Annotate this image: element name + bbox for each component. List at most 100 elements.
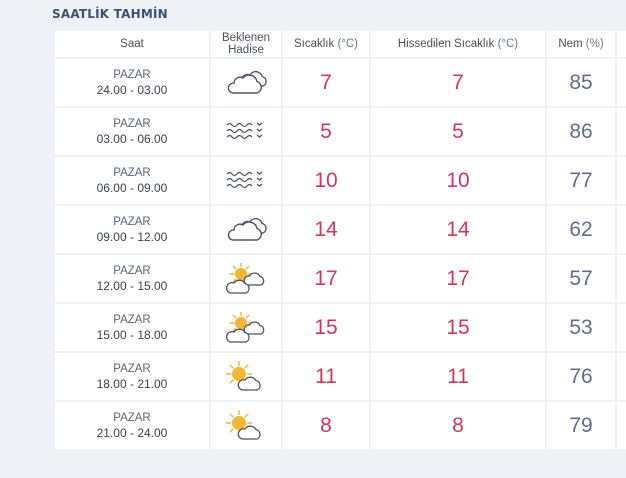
extra-cell	[615, 302, 626, 353]
table-header-row: Saat Beklenen Hadise Sıcaklık (°C) Hisse…	[53, 29, 626, 59]
row-time-range: 03.00 - 06.00	[96, 131, 168, 146]
temperature-cell: 14	[281, 204, 371, 255]
header-humidity: Nem (%)	[545, 29, 617, 59]
humidity-cell: 62	[545, 204, 617, 255]
mostly-sunny-icon	[211, 409, 281, 442]
row-humidity: 57	[569, 266, 593, 290]
section-title: SAATLİK TAHMİN	[52, 7, 168, 21]
row-day: PAZAR	[113, 264, 151, 277]
row-temperature: 15	[314, 315, 338, 339]
row-feels-like: 5	[452, 119, 464, 143]
extra-cell	[615, 155, 626, 206]
feels-like-cell: 7	[369, 57, 547, 108]
row-humidity: 77	[569, 168, 593, 192]
feels-like-cell: 14	[369, 204, 547, 255]
row-temperature: 10	[314, 168, 338, 192]
temperature-cell: 11	[281, 351, 371, 402]
header-temperature-label: Sıcaklık	[293, 38, 335, 50]
cloudy-icon	[211, 69, 281, 97]
header-event: Beklenen Hadise	[209, 29, 283, 59]
humidity-cell: 79	[545, 400, 617, 451]
hourly-forecast-panel: SAATLİK TAHMİN Saat Beklenen Hadise Sıca…	[0, 0, 626, 478]
feels-like-cell: 17	[369, 253, 547, 304]
header-temperature-unit: (°C)	[337, 38, 359, 50]
row-humidity: 85	[569, 70, 593, 94]
row-temperature: 17	[314, 266, 338, 290]
time-cell: PAZAR 24.00 - 03.00	[53, 57, 211, 108]
header-feels-like: Hissedilen Sıcaklık (°C)	[369, 29, 547, 59]
header-feels-like-unit: (°C)	[497, 38, 519, 50]
humidity-cell: 76	[545, 351, 617, 402]
row-time-range: 18.00 - 21.00	[96, 376, 168, 391]
humidity-cell: 53	[545, 302, 617, 353]
forecast-row: PAZAR 18.00 - 21.00 11 11 76	[53, 351, 626, 402]
time-cell: PAZAR 06.00 - 09.00	[53, 155, 211, 206]
row-time-range: 06.00 - 09.00	[96, 180, 168, 195]
forecast-row: PAZAR 09.00 - 12.00 14 14 62	[53, 204, 626, 255]
humidity-cell: 77	[545, 155, 617, 206]
weather-icon-cell	[209, 253, 283, 304]
row-humidity: 62	[569, 217, 593, 241]
row-time-range: 09.00 - 12.00	[96, 229, 168, 244]
header-event-line2: Hadise	[228, 44, 264, 56]
humidity-cell: 86	[545, 106, 617, 157]
time-cell: PAZAR 09.00 - 12.00	[53, 204, 211, 255]
header-time-label: Saat	[120, 38, 144, 50]
row-temperature: 7	[320, 70, 332, 94]
row-time-range: 15.00 - 18.00	[96, 327, 168, 342]
row-feels-like: 8	[452, 413, 464, 437]
row-day: PAZAR	[113, 166, 151, 179]
row-day: PAZAR	[113, 411, 151, 424]
row-feels-like: 15	[446, 315, 470, 339]
temperature-cell: 5	[281, 106, 371, 157]
time-cell: PAZAR 12.00 - 15.00	[53, 253, 211, 304]
temperature-cell: 15	[281, 302, 371, 353]
row-feels-like: 17	[446, 266, 470, 290]
fog-icon	[211, 168, 281, 194]
extra-cell	[615, 253, 626, 304]
temperature-cell: 8	[281, 400, 371, 451]
weather-icon-cell	[209, 400, 283, 451]
weather-icon-cell	[209, 351, 283, 402]
forecast-row: PAZAR 03.00 - 06.00 5 5 86	[53, 106, 626, 157]
weather-icon-cell	[209, 155, 283, 206]
row-feels-like: 10	[446, 168, 470, 192]
feels-like-cell: 5	[369, 106, 547, 157]
row-humidity: 76	[569, 364, 593, 388]
row-day: PAZAR	[113, 215, 151, 228]
time-cell: PAZAR 18.00 - 21.00	[53, 351, 211, 402]
weather-icon-cell	[209, 204, 283, 255]
weather-icon-cell	[209, 106, 283, 157]
header-temperature: Sıcaklık (°C)	[281, 29, 371, 59]
row-time-range: 21.00 - 24.00	[96, 425, 168, 440]
mostly-sunny-icon	[211, 360, 281, 393]
row-feels-like: 11	[447, 364, 469, 388]
feels-like-cell: 8	[369, 400, 547, 451]
humidity-cell: 57	[545, 253, 617, 304]
row-feels-like: 14	[446, 217, 470, 241]
feels-like-cell: 10	[369, 155, 547, 206]
forecast-row: PAZAR 15.00 - 18.00 15 15 53	[53, 302, 626, 353]
extra-cell	[615, 57, 626, 108]
weather-icon-cell	[209, 302, 283, 353]
row-humidity: 79	[569, 413, 593, 437]
weather-icon-cell	[209, 57, 283, 108]
fog-icon	[211, 119, 281, 145]
temperature-cell: 17	[281, 253, 371, 304]
forecast-row: PAZAR 12.00 - 15.00 17 17 57	[53, 253, 626, 304]
header-event-line1: Beklenen	[222, 32, 270, 44]
row-feels-like: 7	[452, 70, 464, 94]
time-cell: PAZAR 21.00 - 24.00	[53, 400, 211, 451]
partly-cloudy-icon	[211, 262, 281, 295]
temperature-cell: 7	[281, 57, 371, 108]
temperature-cell: 10	[281, 155, 371, 206]
row-humidity: 53	[569, 315, 593, 339]
row-day: PAZAR	[113, 313, 151, 326]
row-temperature: 8	[320, 413, 332, 437]
extra-cell	[615, 106, 626, 157]
row-temperature: 5	[320, 119, 332, 143]
forecast-row: PAZAR 24.00 - 03.00 7 7 85	[53, 57, 626, 108]
row-time-range: 24.00 - 03.00	[96, 82, 168, 97]
partly-cloudy-icon	[211, 311, 281, 344]
forecast-row: PAZAR 21.00 - 24.00 8 8 79	[53, 400, 626, 451]
